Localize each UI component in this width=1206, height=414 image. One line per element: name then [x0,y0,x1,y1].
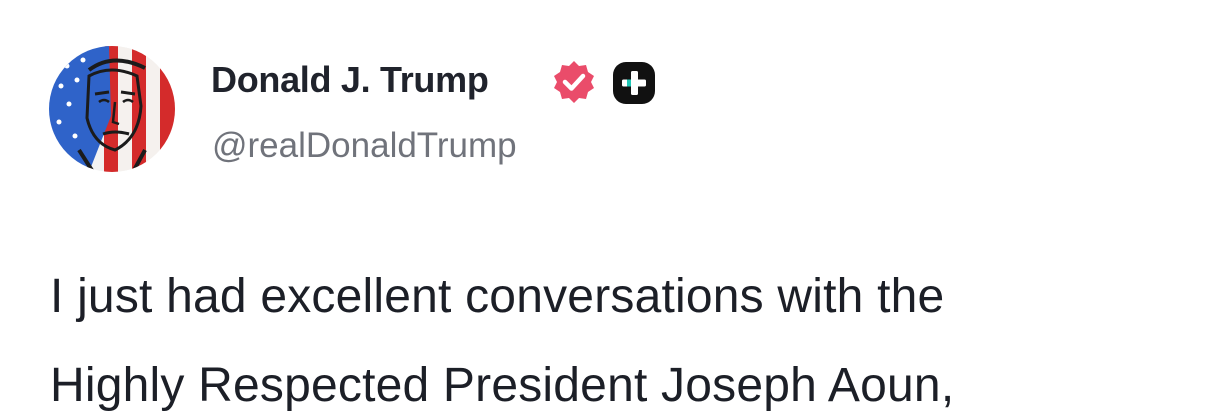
author-handle[interactable]: @realDonaldTrump [212,124,517,168]
post-text-line: I just had excellent conversations with … [50,270,945,323]
flag-portrait-icon [49,46,175,172]
post-text-line: Highly Respected President Joseph Aoun, [50,359,955,412]
post-card: Donald J. Trump @realDonaldTrump I just … [0,0,1206,414]
avatar[interactable] [49,46,175,172]
post-body: I just had excellent conversations with … [50,252,1190,414]
author-display-name[interactable]: Donald J. Trump [211,58,489,102]
verified-badge-icon [551,59,597,105]
plus-badge-icon [613,62,655,104]
